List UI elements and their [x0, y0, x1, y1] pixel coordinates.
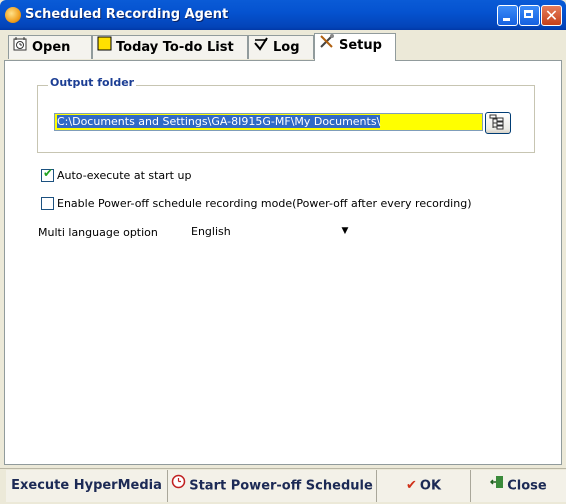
auto-execute-checkbox[interactable]: ✔: [41, 166, 54, 182]
yellow-note-icon: [97, 36, 112, 59]
output-folder-title: Output folder: [48, 76, 137, 89]
close-button[interactable]: Close: [471, 470, 566, 502]
ok-button[interactable]: ✔ OK: [377, 470, 471, 502]
language-select[interactable]: English ▼: [186, 221, 355, 241]
minimize-icon: [503, 18, 510, 21]
output-path-value: C:\Documents and Settings\GA-8I915G-MF\M…: [57, 115, 381, 128]
language-value: English: [191, 225, 231, 238]
tab-open[interactable]: Open: [8, 35, 92, 59]
close-window-button[interactable]: ✕: [541, 5, 562, 26]
start-poweroff-label: Start Power-off Schedule: [189, 478, 373, 494]
tools-icon: [319, 34, 335, 57]
title-bar[interactable]: Scheduled Recording Agent ✕: [0, 0, 566, 30]
tab-strip: Open Today To-do List Log Setup: [4, 33, 562, 61]
clock-icon: [171, 470, 186, 502]
window-title: Scheduled Recording Agent: [25, 7, 229, 22]
output-path-field[interactable]: C:\Documents and Settings\GA-8I915G-MF\M…: [54, 113, 483, 131]
poweroff-mode-checkbox[interactable]: [41, 197, 54, 210]
close-label: Close: [507, 478, 547, 494]
checkmark-icon: ✔: [43, 166, 54, 180]
minimize-button[interactable]: [497, 5, 518, 26]
exit-door-icon: [490, 470, 504, 502]
start-poweroff-button[interactable]: Start Power-off Schedule: [168, 470, 377, 502]
maximize-button[interactable]: [519, 5, 540, 26]
close-icon: ✕: [544, 6, 559, 25]
browse-folder-button[interactable]: [485, 112, 511, 134]
execute-hypermedia-button[interactable]: Execute HyperMedia: [6, 470, 168, 502]
auto-execute-label: Auto-execute at start up: [57, 169, 192, 182]
language-label: Multi language option: [38, 226, 158, 239]
folder-tree-icon: [489, 114, 504, 130]
log-check-icon: [253, 36, 269, 59]
check-icon: ✔: [405, 478, 417, 493]
chevron-down-icon[interactable]: ▼: [337, 223, 353, 239]
tab-setup[interactable]: Setup: [314, 33, 396, 61]
ok-label: OK: [419, 478, 442, 494]
tab-setup-label: Setup: [339, 38, 382, 53]
open-clock-icon: [13, 36, 28, 59]
tab-log-label: Log: [273, 40, 300, 55]
poweroff-mode-label: Enable Power-off schedule recording mode…: [57, 197, 472, 210]
tab-todo-label: Today To-do List: [116, 40, 234, 55]
app-window: Scheduled Recording Agent ✕ Open Today T…: [0, 0, 566, 504]
tab-open-label: Open: [32, 40, 71, 55]
tab-today-todo[interactable]: Today To-do List: [92, 35, 248, 59]
maximize-icon: [524, 10, 533, 18]
execute-label: Execute HyperMedia: [11, 478, 162, 493]
tab-log[interactable]: Log: [248, 35, 314, 59]
app-icon: [5, 7, 21, 23]
